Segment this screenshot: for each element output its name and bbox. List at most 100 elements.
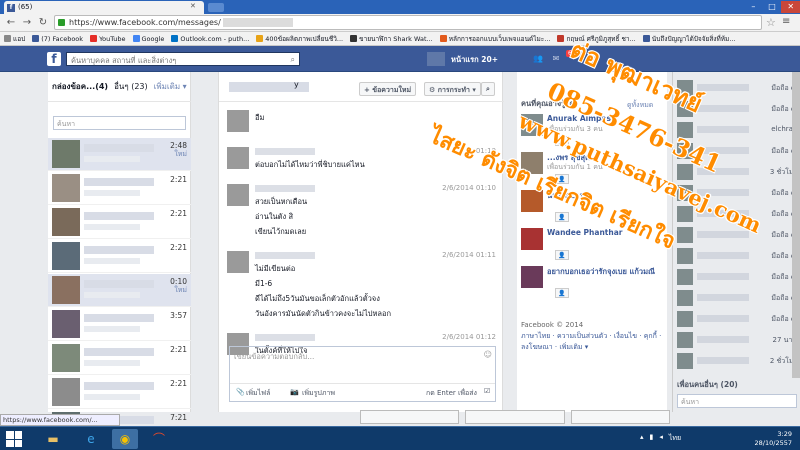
tab-other[interactable]: อื่นๆ (23) <box>114 80 148 93</box>
forward-icon[interactable]: → <box>20 16 34 30</box>
message-text: อืม <box>255 113 265 122</box>
chat-dock-tab[interactable] <box>360 410 460 424</box>
network-icon[interactable]: ▮ <box>650 433 654 444</box>
tab-more[interactable]: เพิ่มเติม ▾ <box>154 80 187 93</box>
chat-dock-tab[interactable] <box>570 410 670 424</box>
friend-name-redacted <box>697 294 749 301</box>
back-icon[interactable]: ← <box>4 16 18 30</box>
emoticon-icon[interactable]: ☺ <box>484 350 492 359</box>
tray-arrow-icon[interactable]: ▴ <box>640 433 644 444</box>
new-message-button[interactable]: + ข้อความใหม่ <box>359 82 417 96</box>
avatar <box>52 208 80 236</box>
add-friend-button[interactable]: 👤 <box>555 250 569 260</box>
conversation-item[interactable]: 2:21 <box>48 240 191 273</box>
bookmark-label: หลักการออกแบบเว็บเพจแอนด์ไมะ... <box>448 34 551 43</box>
bookmark-item[interactable]: 400ข้อผลิตภาพเปลี่ยนชีวิ... <box>256 34 343 43</box>
bookmark-label: (7) Facebook <box>41 34 84 43</box>
conversation-time-text: 2:21 <box>170 345 187 354</box>
conversation-item[interactable]: 2:21 <box>48 342 191 375</box>
volume-icon[interactable]: ◂ <box>659 433 663 444</box>
bookmark-favicon-icon <box>32 35 40 42</box>
actions-button[interactable]: ⚙ การกระทำ ▾ <box>424 82 481 96</box>
conversation-item[interactable]: 3:57 <box>48 308 191 341</box>
reload-icon[interactable]: ↻ <box>36 16 50 30</box>
footer-links[interactable]: ภาษาไทย · ความเป็นส่วนตัว · เงื่อนไข · ค… <box>521 331 667 353</box>
conversation-item[interactable]: 2:21 <box>48 206 191 239</box>
facebook-logo-icon[interactable]: f <box>47 52 61 66</box>
message-text: สวยเป็นหกเดือน <box>255 197 308 206</box>
bookmark-star-icon[interactable]: ☆ <box>766 16 776 29</box>
suggestion-name[interactable]: อยากบอกเธอว่ารักจุงเบย แก้วมณี <box>547 266 655 278</box>
new-tab-button[interactable] <box>208 3 224 12</box>
avatar <box>677 332 693 348</box>
suggestion-item[interactable]: อยากบอกเธอว่ารักจุงเบย แก้วมณี 👤 <box>521 264 667 304</box>
conversation-search-input[interactable]: ค้นหา <box>53 116 186 130</box>
friend-name-redacted <box>697 273 749 280</box>
chrome-icon[interactable]: ◉ <box>112 429 138 449</box>
bookmark-item[interactable]: แอป <box>4 34 25 43</box>
avatar <box>52 276 80 304</box>
adobe-icon[interactable]: ⌒ <box>146 429 172 449</box>
conversation-item[interactable]: 2:21 <box>48 172 191 205</box>
maximize-icon[interactable]: □ <box>763 1 782 13</box>
browser-tab[interactable]: f (65) <box>4 1 204 14</box>
profile-avatar[interactable] <box>427 52 445 66</box>
enter-to-send-checkbox[interactable]: ☑ <box>484 387 490 395</box>
home-link[interactable]: หน้าแรก 20+ <box>451 54 498 66</box>
conversation-item[interactable]: 2:48 ใหม่ <box>48 138 191 171</box>
internet-explorer-icon[interactable]: e <box>78 429 104 449</box>
conversation-item[interactable]: 2:21 <box>48 376 191 409</box>
attach-file-icon[interactable]: 📎 <box>236 388 245 396</box>
chat-search-input[interactable]: ค้นหา <box>677 394 797 408</box>
conversation-time: 2:21 <box>170 175 187 184</box>
chat-scrollbar[interactable] <box>792 72 800 378</box>
bookmark-item[interactable]: ขายนาฬิกา Shark Wat... <box>350 34 433 43</box>
address-bar[interactable]: https://www.facebook.com/messages/ <box>54 15 762 30</box>
tab-close-icon[interactable]: ✕ <box>190 2 196 10</box>
message-text: เขียนไว้กมดเลย <box>255 227 307 236</box>
chat-friend-item[interactable]: มือถือ ● <box>673 288 800 308</box>
chat-dock-tab[interactable] <box>465 410 565 424</box>
facebook-search-input[interactable]: ค้นหาบุคคล สถานที่ และสิ่งต่างๆ ⌕ <box>66 52 300 66</box>
bookmark-label: นับถึงปัญญาได้ปัจจัยสิ่งที่ห้ม... <box>651 34 736 43</box>
bookmark-item[interactable]: หลักการออกแบบเว็บเพจแอนด์ไมะ... <box>439 34 551 43</box>
avatar <box>52 310 80 338</box>
chat-friend-item[interactable]: มือถือ ● <box>673 309 800 329</box>
language-indicator[interactable]: ไทย <box>669 433 681 444</box>
search-icon[interactable]: ⌕ <box>291 55 295 65</box>
bookmark-item[interactable]: Outlook.com - puth... <box>171 34 249 43</box>
message-text: มี1-6 <box>255 279 273 288</box>
tab-inbox[interactable]: กล่องข้อค...(4) <box>52 80 108 93</box>
facebook-top-bar: f ค้นหาบุคคล สถานที่ และสิ่งต่างๆ ⌕ หน้า… <box>0 46 800 72</box>
bookmark-item[interactable]: Google <box>132 34 164 43</box>
chat-friend-item[interactable]: 27 นาที <box>673 330 800 350</box>
friend-requests-icon[interactable]: 👥 <box>532 54 544 64</box>
reply-input[interactable]: เขียนข้อความตอบกลับ... <box>234 351 484 365</box>
add-photo-button[interactable]: เพิ่มรูปภาพ <box>302 388 335 399</box>
menu-icon[interactable]: ≡ <box>782 16 790 27</box>
bookmark-item[interactable]: นับถึงปัญญาได้ปัจจัยสิ่งที่ห้ม... <box>642 34 736 43</box>
add-file-button[interactable]: เพิ่มไฟล์ <box>246 388 270 399</box>
conversation-time-text: 2:48 <box>170 141 187 150</box>
conversation-item[interactable]: 0:10 ใหม่ <box>48 274 191 307</box>
file-explorer-icon[interactable]: ▬ <box>40 429 66 449</box>
conversation-time-text: 3:57 <box>170 311 187 320</box>
close-window-icon[interactable]: ✕ <box>781 1 800 13</box>
chat-friend-item[interactable]: มือถือ ● <box>673 246 800 266</box>
conversation-name-redacted <box>84 178 154 186</box>
conversation-snippet-redacted <box>84 292 140 298</box>
camera-icon[interactable]: 📷 <box>290 388 299 396</box>
messages-icon[interactable]: ✉ <box>550 54 562 64</box>
avatar <box>227 147 249 169</box>
thread-search-button[interactable]: ⌕ <box>481 82 495 96</box>
clock[interactable]: 3:29 28/10/2557 <box>740 430 792 448</box>
chat-friend-item[interactable]: 2 ชั่วโมง <box>673 351 800 371</box>
windows-start-icon[interactable] <box>6 431 22 447</box>
bookmark-item[interactable]: (7) Facebook <box>32 34 83 43</box>
add-friend-button[interactable]: 👤 <box>555 288 569 298</box>
minimize-icon[interactable]: – <box>744 1 763 13</box>
chat-sidebar: มือถือ ● มือถือ ● elchrak มือถือ ● 3 ชั่วโมง… <box>672 72 800 412</box>
bookmark-label: แอป <box>13 34 26 43</box>
chat-friend-item[interactable]: มือถือ ● <box>673 267 800 287</box>
bookmark-item[interactable]: YouTube <box>90 34 126 43</box>
